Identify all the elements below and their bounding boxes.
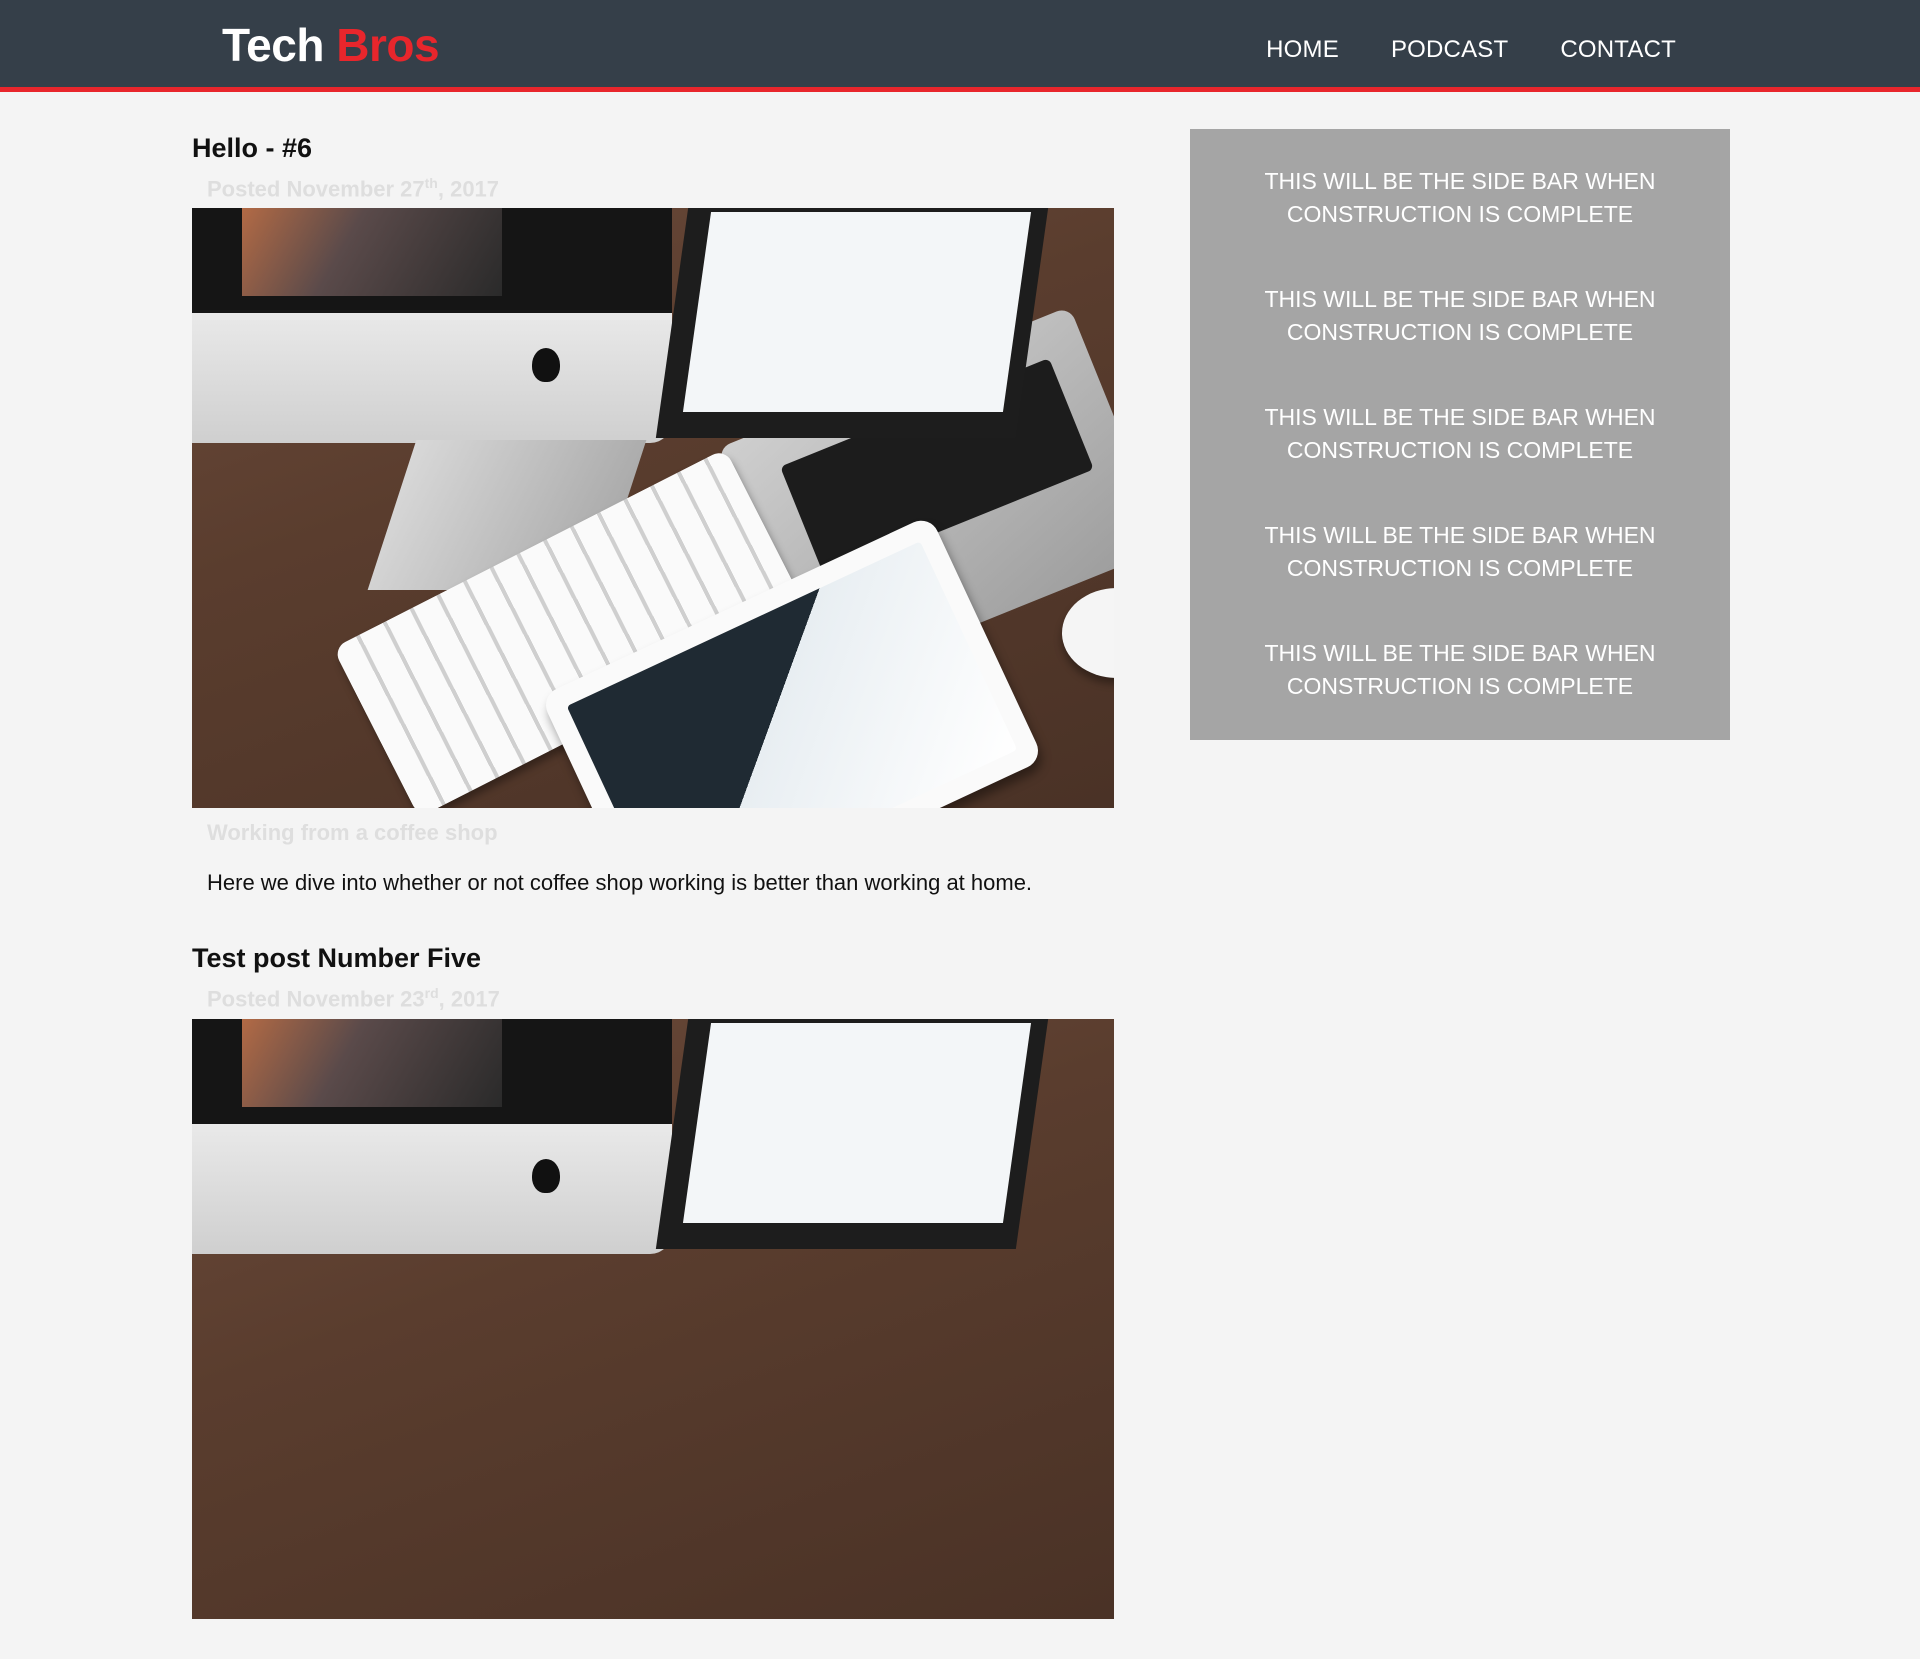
post-date-text: Posted November 23	[207, 986, 425, 1012]
sidebar-placeholder-text: THIS WILL BE THE SIDE BAR WHEN CONSTRUCT…	[1264, 404, 1656, 463]
site-header: Tech Bros HOME PODCAST CONTACT	[0, 0, 1920, 92]
laptop-app-graphic	[682, 1022, 1032, 1223]
post-excerpt: Here we dive into whether or not coffee …	[207, 870, 1033, 896]
blog-post: Hello - #6 Posted November 27th, 2017 Wo…	[192, 128, 1114, 898]
imac-wallpaper-graphic	[242, 1018, 502, 1107]
post-title[interactable]: Hello - #6	[192, 128, 1114, 168]
sidebar-placeholder-text: THIS WILL BE THE SIDE BAR WHEN CONSTRUCT…	[1264, 640, 1656, 699]
nav-podcast-link[interactable]: PODCAST	[1391, 36, 1508, 64]
laptop-app-graphic	[682, 212, 1032, 413]
post-date-ordinal: th	[424, 175, 438, 191]
apple-logo-icon	[532, 348, 560, 383]
post-image[interactable]	[192, 1018, 1114, 1619]
logo-text-accent: Bros	[336, 19, 440, 71]
sidebar-placeholder-text: THIS WILL BE THE SIDE BAR WHEN CONSTRUCT…	[1264, 522, 1656, 581]
logo-text-primary: Tech	[222, 19, 324, 71]
main-nav: HOME PODCAST CONTACT	[1266, 36, 1676, 64]
post-caption: Working from a coffee shop	[207, 820, 498, 846]
imac-body-graphic	[192, 313, 672, 444]
post-title[interactable]: Test post Number Five	[192, 938, 1114, 978]
site-logo[interactable]: Tech Bros	[222, 18, 440, 72]
post-date-ordinal: rd	[424, 985, 439, 1002]
post-list: Hello - #6 Posted November 27th, 2017 Wo…	[192, 128, 1114, 1659]
imac-wallpaper-graphic	[242, 208, 502, 297]
post-date: Posted November 27th, 2017	[207, 168, 1114, 204]
sidebar-placeholder-text: THIS WILL BE THE SIDE BAR WHEN CONSTRUCT…	[1264, 168, 1656, 227]
nav-contact-link[interactable]: CONTACT	[1560, 36, 1676, 64]
post-date: Posted November 23rd, 2017	[207, 978, 1114, 1014]
imac-body-graphic	[192, 1123, 672, 1254]
post-date-year: , 2017	[438, 986, 500, 1012]
blog-post: Test post Number Five Posted November 23…	[192, 938, 1114, 1619]
sidebar-placeholder-text: THIS WILL BE THE SIDE BAR WHEN CONSTRUCT…	[1264, 286, 1656, 345]
nav-home-link[interactable]: HOME	[1266, 36, 1339, 64]
post-image[interactable]	[192, 208, 1114, 809]
post-date-year: , 2017	[437, 176, 500, 202]
post-date-text: Posted November 27	[207, 176, 425, 202]
sidebar: THIS WILL BE THE SIDE BAR WHEN CONSTRUCT…	[1190, 129, 1730, 740]
mouse-graphic	[1062, 588, 1114, 679]
apple-logo-icon	[532, 1158, 560, 1193]
